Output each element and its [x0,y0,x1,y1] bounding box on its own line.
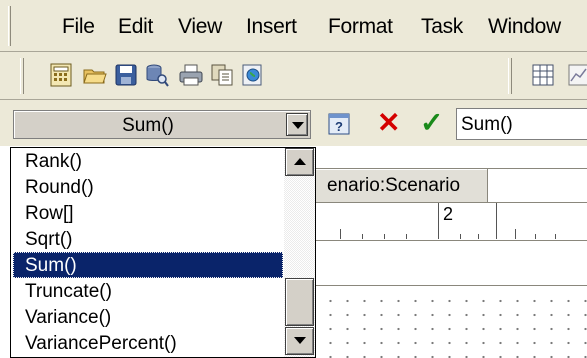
scroll-down-button[interactable] [285,327,314,355]
ruler-mark [555,234,556,239]
function-list[interactable]: Rank() Round() Row[] Sqrt() Sum() Trunca… [10,147,316,358]
menu-format[interactable]: Format [328,15,393,39]
ruler-mark [438,203,439,239]
menu-task[interactable]: Task [421,15,463,39]
ruler-mark [496,203,497,239]
design-grid [305,294,587,358]
toolbar-grip-2[interactable] [508,58,512,94]
standard-toolbar [0,52,587,100]
function-dropdown-button[interactable] [286,113,308,136]
toolbar-grip[interactable] [20,58,24,94]
ruler-mark [406,234,407,239]
function-item-rank[interactable]: Rank() [13,148,283,174]
save-icon[interactable] [113,62,139,88]
ruler-mark [478,234,479,239]
menu-insert[interactable]: Insert [246,15,297,39]
function-item-truncate[interactable]: Truncate() [13,278,283,304]
open-folder-icon[interactable] [82,62,108,88]
function-list-scrollbar[interactable] [284,148,315,357]
scroll-thumb[interactable] [285,278,314,326]
calculator-icon[interactable] [48,62,74,88]
scroll-up-button[interactable] [285,148,314,176]
function-item-sqrt[interactable]: Sqrt() [13,226,283,252]
ruler: 2 [300,203,587,241]
accept-icon[interactable]: ✓ [420,106,446,138]
database-search-icon[interactable] [144,62,170,88]
svg-text:?: ? [335,119,343,134]
globe-document-icon[interactable] [240,62,266,88]
menu-view[interactable]: View [178,15,222,39]
function-selector-value: Sum() [122,115,174,136]
ruler-mark [515,229,516,239]
ruler-mark [535,234,536,239]
menu-edit[interactable]: Edit [118,15,153,39]
copy-pages-icon[interactable] [209,62,235,88]
ruler-mark [340,229,341,239]
formula-input[interactable]: Sum() [456,108,587,140]
function-item-sum[interactable]: Sum() [13,252,283,278]
menu-window[interactable]: Window [488,15,561,39]
function-item-round[interactable]: Round() [13,174,283,200]
ruler-mark [460,234,461,239]
function-selector[interactable]: Sum() [13,110,311,139]
function-item-row[interactable]: Row[] [13,200,283,226]
menu-bar: File Edit View Insert Format Task Window [0,0,587,52]
menu-bar-grip[interactable] [8,6,11,46]
ruler-mark [384,234,385,239]
function-item-variance[interactable]: Variance() [13,304,283,330]
function-item-variance-percent[interactable]: VariancePercent() [13,330,283,356]
chart-icon[interactable] [566,62,587,88]
tab-strip [488,168,587,203]
ruler-mark [362,234,363,239]
function-help-icon[interactable]: ? [326,111,352,137]
band-divider [300,285,587,286]
cancel-icon[interactable]: ✕ [377,106,403,138]
grid-icon[interactable] [530,62,556,88]
menu-file[interactable]: File [62,15,95,39]
print-icon[interactable] [178,62,204,88]
ruler-number: 2 [443,204,454,224]
